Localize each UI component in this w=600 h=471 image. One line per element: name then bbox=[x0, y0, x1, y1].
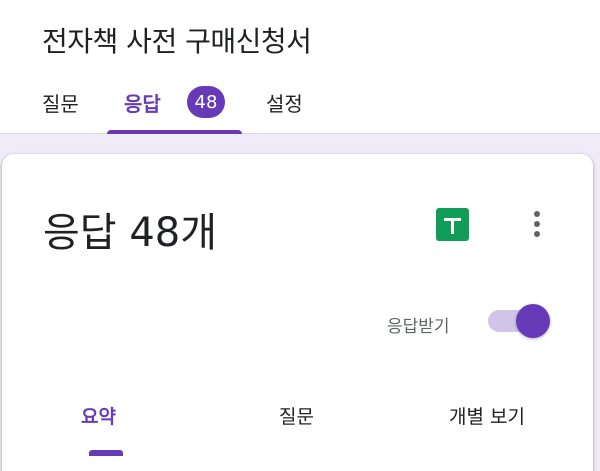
accept-responses-toggle[interactable] bbox=[486, 304, 552, 338]
subtab-question[interactable]: 질문 bbox=[277, 390, 337, 460]
response-count-badge: 48 bbox=[187, 86, 225, 118]
subtab-summary-label: 요약 bbox=[81, 406, 116, 428]
tab-responses[interactable]: 응답 48 bbox=[107, 80, 242, 134]
responses-card: 응답 48개 응답받기 요약 질문 개별 보기 bbox=[2, 154, 593, 471]
subtab-individual[interactable]: 개별 보기 bbox=[447, 390, 557, 460]
toggle-thumb bbox=[516, 304, 550, 338]
subtab-individual-label: 개별 보기 bbox=[449, 406, 525, 428]
more-dot bbox=[534, 221, 540, 227]
tab-questions[interactable]: 질문 bbox=[42, 80, 79, 134]
tab-settings-label: 설정 bbox=[266, 92, 303, 116]
sheets-icon[interactable] bbox=[436, 208, 469, 241]
subtab-active-indicator bbox=[89, 450, 123, 456]
subtab-question-label: 질문 bbox=[279, 406, 314, 428]
subtab-summary[interactable]: 요약 bbox=[62, 390, 142, 460]
accept-responses-label: 응답받기 bbox=[387, 317, 450, 337]
forms-app: 전자책 사전 구매신청서 질문 응답 48 설정 응답 48개 응답받기 요약 … bbox=[0, 0, 600, 471]
response-subtabs: 요약 질문 개별 보기 bbox=[2, 390, 593, 460]
tab-settings[interactable]: 설정 bbox=[266, 80, 303, 134]
tab-responses-label: 응답 bbox=[124, 92, 161, 116]
form-title: 전자책 사전 구매신청서 bbox=[42, 25, 312, 58]
more-vert-icon[interactable] bbox=[522, 204, 552, 244]
top-tabs: 질문 응답 48 설정 bbox=[0, 80, 600, 134]
header: 전자책 사전 구매신청서 질문 응답 48 설정 bbox=[0, 0, 600, 134]
more-dot bbox=[534, 231, 540, 237]
more-dot bbox=[534, 211, 540, 217]
tab-questions-label: 질문 bbox=[42, 92, 79, 116]
responses-count-title: 응답 48개 bbox=[43, 210, 218, 256]
